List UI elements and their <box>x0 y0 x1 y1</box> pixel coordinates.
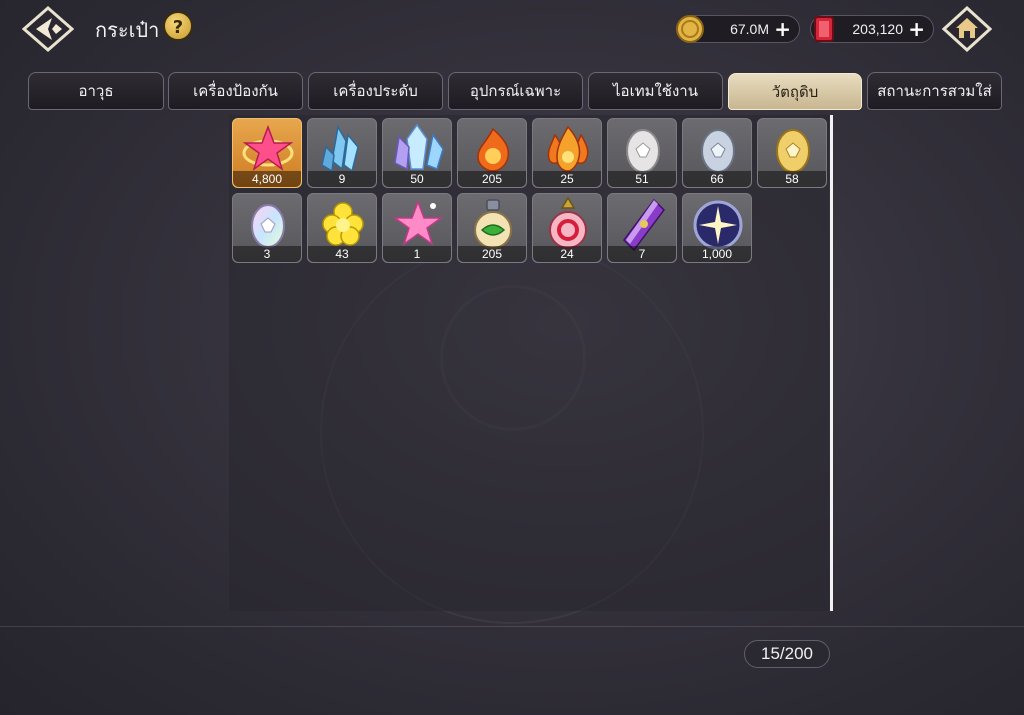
tab-armor[interactable]: เครื่องป้องกัน <box>168 72 303 110</box>
item-count: 24 <box>533 246 601 262</box>
item-slot[interactable]: 50 <box>382 118 452 188</box>
home-icon <box>941 5 993 53</box>
tab-accessories[interactable]: เครื่องประดับ <box>308 72 443 110</box>
item-slot[interactable]: 9 <box>307 118 377 188</box>
item-slot[interactable]: 58 <box>757 118 827 188</box>
category-tabs: อาวุธ เครื่องป้องกัน เครื่องประดับ อุปกร… <box>28 72 1024 112</box>
gold-amount: 67.0M <box>730 21 769 37</box>
item-slot[interactable]: 66 <box>682 118 752 188</box>
item-slot[interactable]: 25 <box>532 118 602 188</box>
inventory-capacity: 15/200 <box>744 640 830 668</box>
item-count: 4,800 <box>233 171 301 187</box>
gem-currency: 203,120 + <box>810 15 934 43</box>
add-gem-button[interactable]: + <box>908 19 925 39</box>
bottom-divider <box>0 626 1024 627</box>
item-slot[interactable]: 205 <box>457 118 527 188</box>
item-count: 66 <box>683 171 751 187</box>
tab-weapons[interactable]: อาวุธ <box>28 72 164 110</box>
item-count: 43 <box>308 246 376 262</box>
top-bar: กระเป๋า ? 67.0M + 203,120 + <box>0 0 1024 62</box>
tab-materials[interactable]: วัตถุดิบ <box>728 73 862 110</box>
gold-currency: 67.0M + <box>676 15 800 43</box>
item-slot[interactable]: 43 <box>307 193 377 263</box>
item-count: 1 <box>383 246 451 262</box>
item-count: 7 <box>608 246 676 262</box>
item-slot[interactable]: 4,800 <box>232 118 302 188</box>
page-title: กระเป๋า <box>95 18 160 42</box>
item-count: 3 <box>233 246 301 262</box>
item-slot[interactable]: 1 <box>382 193 452 263</box>
item-count: 205 <box>458 171 526 187</box>
item-count: 9 <box>308 171 376 187</box>
item-count: 205 <box>458 246 526 262</box>
item-count: 51 <box>608 171 676 187</box>
red-gem-icon <box>809 14 839 44</box>
item-count: 25 <box>533 171 601 187</box>
gold-coin-icon <box>675 14 705 44</box>
help-button[interactable]: ? <box>163 11 193 41</box>
item-count: 1,000 <box>683 246 751 262</box>
tab-equipment-status[interactable]: สถานะการสวมใส่ <box>867 72 1002 110</box>
item-slot[interactable]: 205 <box>457 193 527 263</box>
gem-amount: 203,120 <box>852 21 903 37</box>
tab-exclusive-equipment[interactable]: อุปกรณ์เฉพาะ <box>448 72 583 110</box>
item-count: 58 <box>758 171 826 187</box>
scrollbar[interactable] <box>830 115 833 611</box>
inventory-panel <box>229 115 829 611</box>
item-slot[interactable]: 51 <box>607 118 677 188</box>
item-slot[interactable]: 24 <box>532 193 602 263</box>
tab-consumables[interactable]: ไอเทมใช้งาน <box>588 72 723 110</box>
add-gold-button[interactable]: + <box>774 19 791 39</box>
item-slot[interactable]: 3 <box>232 193 302 263</box>
item-count: 50 <box>383 171 451 187</box>
item-slot[interactable]: 1,000 <box>682 193 752 263</box>
item-slot[interactable]: 7 <box>607 193 677 263</box>
back-button[interactable] <box>21 6 75 52</box>
home-button[interactable] <box>941 5 993 53</box>
back-arrow-icon <box>21 6 75 52</box>
